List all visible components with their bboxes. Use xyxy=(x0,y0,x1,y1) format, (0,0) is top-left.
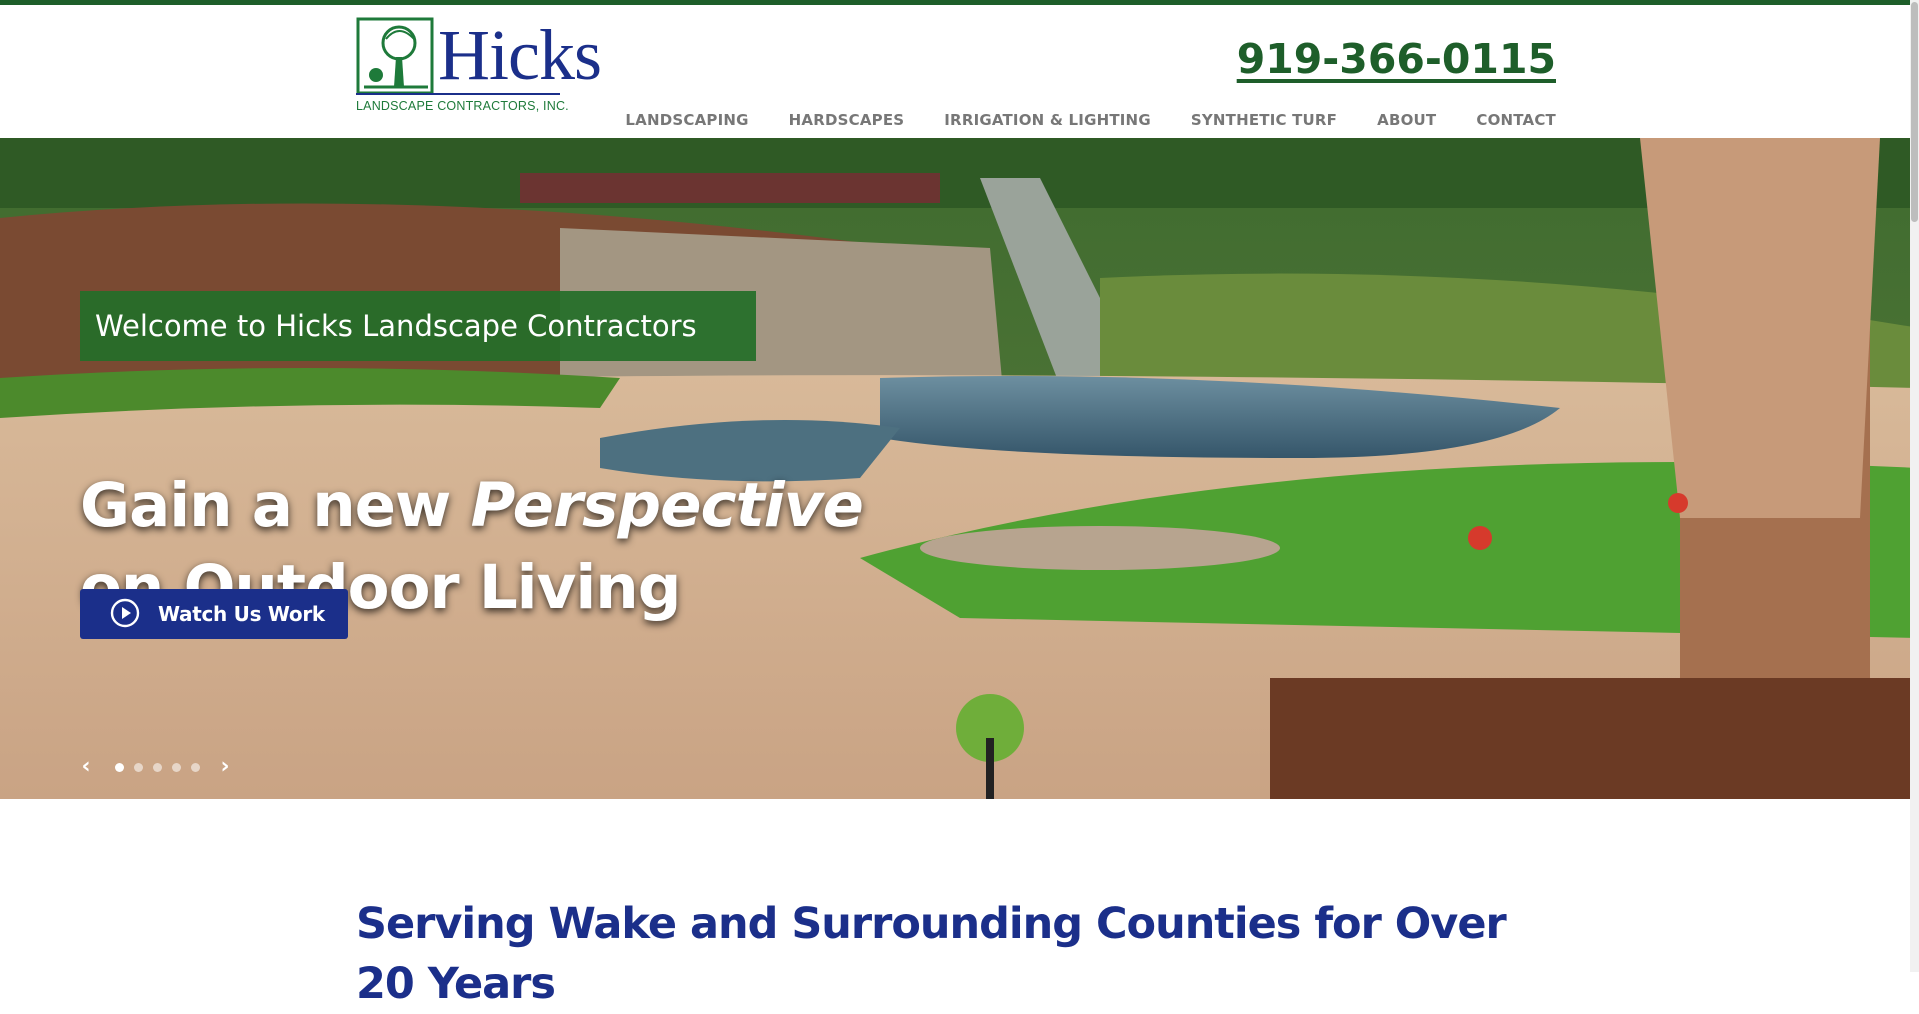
slide-dot[interactable] xyxy=(191,762,200,772)
watch-us-work-button[interactable]: Watch Us Work xyxy=(80,589,348,639)
slide-dot[interactable] xyxy=(134,762,143,772)
slide-dot[interactable] xyxy=(153,762,162,772)
nav-item-about[interactable]: ABOUT xyxy=(1377,111,1436,129)
play-circle-icon xyxy=(110,598,140,628)
nav-item-contact[interactable]: CONTACT xyxy=(1476,111,1556,129)
logo[interactable]: Hicks LANDSCAPE CONTRACTORS, INC. xyxy=(356,15,602,121)
logo-divider xyxy=(356,93,560,95)
hero-slider: Welcome to Hicks Landscape Contractors G… xyxy=(0,138,1919,799)
chevron-left-icon[interactable]: ‹ xyxy=(76,756,96,778)
main-nav: LANDSCAPING HARDSCAPES IRRIGATION & LIGH… xyxy=(625,111,1556,129)
welcome-text: Welcome to Hicks Landscape Contractors xyxy=(95,309,697,343)
logo-subtitle: LANDSCAPE CONTRACTORS, INC. xyxy=(356,99,569,113)
nav-item-landscaping[interactable]: LANDSCAPING xyxy=(625,111,748,129)
phone-link[interactable]: 919-366-0115 xyxy=(1237,35,1556,83)
scrollbar-thumb[interactable] xyxy=(1911,2,1918,222)
chevron-right-icon[interactable]: › xyxy=(215,756,235,778)
headline-part1: Gain a new xyxy=(80,469,471,541)
site-header: Hicks LANDSCAPE CONTRACTORS, INC. 919-36… xyxy=(0,5,1919,138)
slider-controls: ‹ › xyxy=(76,756,235,778)
slide-dot[interactable] xyxy=(172,762,181,772)
headline-emphasis: Perspective xyxy=(470,469,864,541)
nav-item-synthetic-turf[interactable]: SYNTHETIC TURF xyxy=(1191,111,1337,129)
logo-wordmark: Hicks xyxy=(438,15,602,95)
page-scrollbar[interactable] xyxy=(1910,0,1919,972)
watch-button-label: Watch Us Work xyxy=(158,602,325,626)
slide-dots xyxy=(110,762,205,772)
nav-item-irrigation-lighting[interactable]: IRRIGATION & LIGHTING xyxy=(944,111,1151,129)
intro-heading: Serving Wake and Surrounding Counties fo… xyxy=(356,898,1507,1009)
nav-item-hardscapes[interactable]: HARDSCAPES xyxy=(789,111,905,129)
slide-dot[interactable] xyxy=(115,762,124,772)
welcome-banner: Welcome to Hicks Landscape Contractors xyxy=(80,291,756,361)
tree-logo-icon xyxy=(356,17,434,95)
